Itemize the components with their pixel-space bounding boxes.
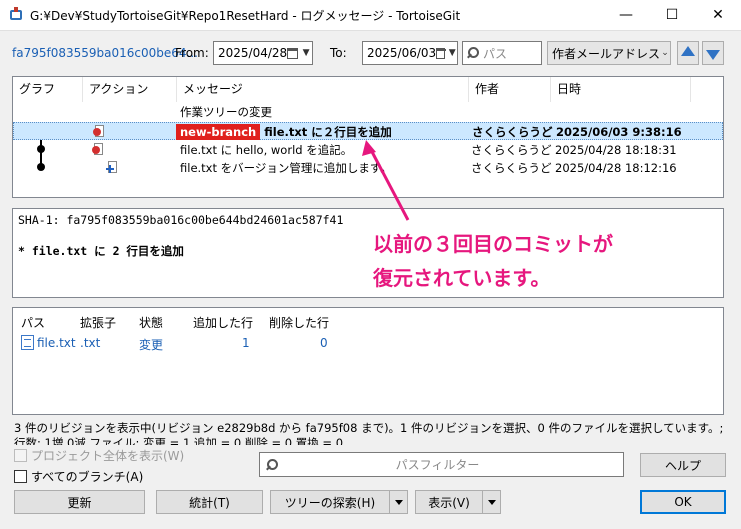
- view-dropdown[interactable]: [483, 490, 501, 514]
- file-extension: .txt: [80, 336, 101, 350]
- column-header-status[interactable]: 状態: [139, 314, 163, 331]
- chevron-down-icon: [394, 499, 403, 505]
- checkbox-box[interactable]: [14, 449, 27, 462]
- file-added-lines: 1: [242, 336, 250, 350]
- all-branches-label: すべてのブランチ(A): [31, 470, 144, 484]
- show-whole-project-label: プロジェクト全体を表示(W): [31, 449, 185, 463]
- path-filter-input[interactable]: パスフィルター: [259, 452, 624, 477]
- annotation-line-1: 以前の３回目のコミットが: [373, 232, 613, 256]
- statistics-button[interactable]: 統計(T): [156, 490, 263, 514]
- column-header-added-lines[interactable]: 追加した行: [193, 314, 253, 331]
- column-header-extension[interactable]: 拡張子: [80, 314, 116, 331]
- column-header-deleted-lines[interactable]: 削除した行: [269, 314, 329, 331]
- ok-button[interactable]: OK: [640, 490, 726, 514]
- all-branches-checkbox[interactable]: すべてのブランチ(A): [14, 468, 143, 485]
- column-header-path[interactable]: パス: [21, 314, 45, 331]
- file-deleted-lines: 0: [320, 336, 328, 350]
- view-button[interactable]: 表示(V): [415, 490, 483, 514]
- search-icon: [266, 458, 278, 471]
- file-status: 変更: [139, 338, 164, 352]
- annotation-line-2: 復元されています。: [373, 266, 551, 290]
- refresh-button[interactable]: 更新: [14, 490, 145, 514]
- browse-tree-split-button[interactable]: ツリーの探索(H): [270, 490, 408, 514]
- help-button[interactable]: ヘルプ: [640, 453, 726, 477]
- changed-files-list[interactable]: パス 拡張子 状態 追加した行 削除した行 file.txt .txt 変更 1…: [12, 307, 724, 415]
- show-whole-project-checkbox[interactable]: プロジェクト全体を表示(W): [14, 447, 184, 464]
- browse-tree-button[interactable]: ツリーの探索(H): [270, 490, 390, 514]
- checkbox-box[interactable]: [14, 470, 27, 483]
- browse-tree-dropdown[interactable]: [390, 490, 408, 514]
- text-file-icon: [21, 335, 34, 350]
- view-split-button[interactable]: 表示(V): [415, 490, 501, 514]
- path-filter-placeholder: パスフィルター: [395, 458, 480, 472]
- status-text: 3 件のリビジョンを表示中(リビジョン e2829b8d から fa795f08…: [14, 421, 724, 445]
- file-path[interactable]: file.txt: [37, 336, 76, 350]
- chevron-down-icon: [487, 499, 496, 505]
